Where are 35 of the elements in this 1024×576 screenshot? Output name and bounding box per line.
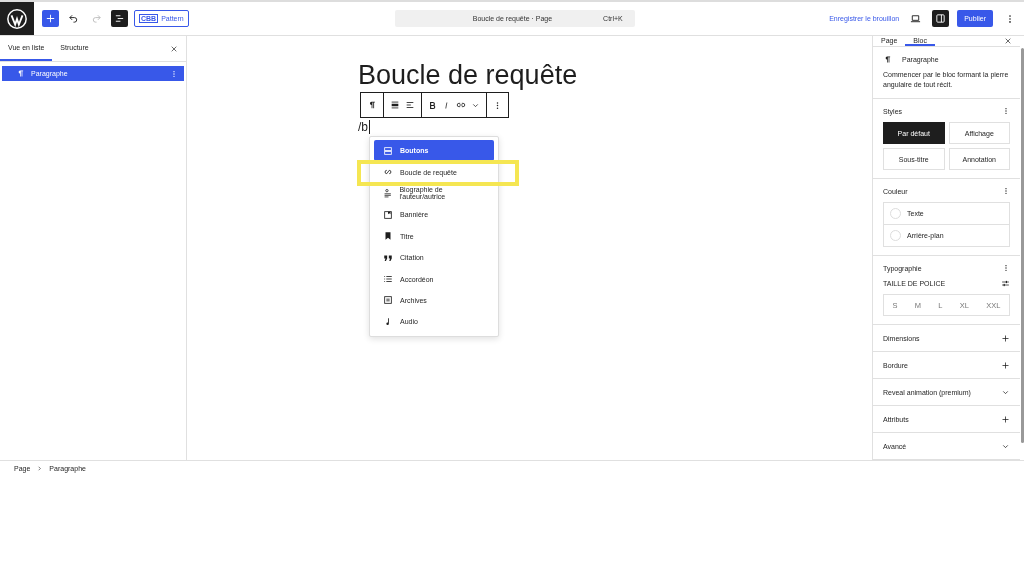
- document-overview-button[interactable]: [111, 10, 128, 27]
- redo-icon: [91, 13, 102, 24]
- cover-icon: [383, 209, 393, 220]
- more-icon[interactable]: [1002, 264, 1010, 272]
- buttons-icon: [383, 145, 393, 156]
- paragraph-icon[interactable]: [367, 100, 377, 110]
- plus-icon: [1001, 414, 1010, 424]
- archive-icon: [383, 295, 393, 306]
- scrollbar[interactable]: [1020, 48, 1024, 443]
- more-icon[interactable]: [1002, 107, 1010, 115]
- settings-toggle-button[interactable]: [932, 10, 950, 27]
- plus-icon: [45, 13, 56, 24]
- plus-icon: [1001, 333, 1010, 343]
- bookmark-icon: [383, 231, 393, 242]
- laptop-icon: [910, 13, 922, 24]
- wordpress-logo[interactable]: [0, 2, 34, 35]
- person-lines-icon: [383, 188, 393, 199]
- undo-icon: [68, 13, 79, 24]
- add-block-button[interactable]: [42, 10, 59, 27]
- align-icon[interactable]: [390, 100, 400, 110]
- list-view-icon: [114, 13, 125, 24]
- plus-icon: [1001, 360, 1010, 370]
- list-icon: [383, 274, 393, 285]
- page-title[interactable]: Boucle de requête: [358, 62, 578, 89]
- text-align-icon[interactable]: [405, 100, 415, 110]
- more-icon[interactable]: [1002, 187, 1010, 195]
- close-icon[interactable]: [170, 44, 178, 53]
- chevron-right-icon: [36, 465, 44, 472]
- sidebar-icon: [935, 13, 947, 24]
- link-icon[interactable]: [456, 100, 466, 110]
- close-icon[interactable]: [1004, 37, 1012, 45]
- bold-icon[interactable]: [428, 100, 437, 110]
- typed-text[interactable]: /b: [358, 120, 370, 134]
- more-icon[interactable]: [170, 69, 178, 78]
- sliders-icon[interactable]: [1001, 279, 1010, 288]
